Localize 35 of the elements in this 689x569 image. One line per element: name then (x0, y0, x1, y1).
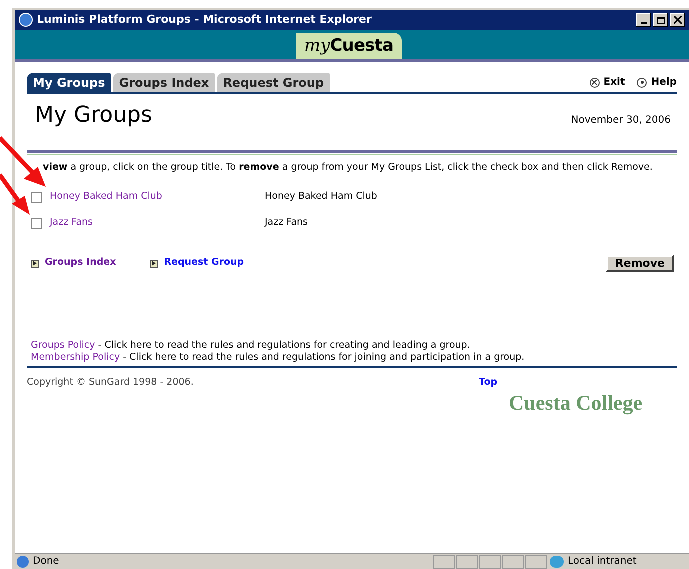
minimize-icon[interactable] (636, 13, 651, 27)
checkbox[interactable] (31, 192, 42, 202)
zone-text: Local intranet (568, 555, 637, 569)
remove-button[interactable]: Remove (606, 255, 674, 272)
date-text: November 30, 2006 (571, 114, 671, 128)
maximize-icon[interactable] (653, 13, 668, 27)
college-name: Cuesta College (509, 390, 643, 418)
header-link[interactable]: Help (651, 75, 677, 90)
arrow-icon (150, 260, 158, 268)
help-icon (637, 78, 648, 88)
site-logo[interactable]: myCuesta (296, 33, 402, 59)
status-text: Done (33, 555, 60, 569)
nav-link[interactable]: Request Group (164, 256, 244, 271)
policy-text: Groups Policy - Click here to read the rules and regulations for creating and leading a group. (31, 340, 472, 352)
group-link[interactable]: Honey Baked Ham Club (50, 190, 162, 204)
close-icon (590, 78, 600, 88)
group-description: Honey Baked Ham Club (265, 190, 378, 204)
policy-link[interactable]: Groups Policy (31, 340, 96, 351)
window-title: Luminis Platform Groups - Microsoft Internet Explorer (37, 12, 373, 28)
tab[interactable]: Request Group (217, 73, 330, 92)
checkbox[interactable] (31, 218, 42, 228)
nav-link[interactable]: Groups Index (45, 256, 116, 271)
header-link[interactable]: Exit (604, 75, 626, 90)
instructions-text: view a group, click on the group title. To remove a group from your My Groups List, click the check box and then click Remove. (42, 162, 654, 173)
group-link[interactable]: Jazz Fans (50, 216, 94, 230)
policy-text: Membership Policy - Click here to read the rules and regulations for joining and participation in a group. (31, 352, 526, 363)
tab[interactable]: My Groups (27, 73, 112, 92)
tab[interactable]: Groups Index (113, 73, 216, 92)
arrow-icon (31, 260, 39, 268)
page-title: My Groups (35, 102, 152, 130)
group-description: Jazz Fans (265, 216, 308, 230)
copyright-text: Copyright © SunGard 1998 - 2006. (27, 376, 195, 390)
policy-link[interactable]: Membership Policy (31, 352, 120, 362)
top-link[interactable]: Top (479, 376, 643, 390)
close-icon[interactable] (670, 13, 685, 27)
